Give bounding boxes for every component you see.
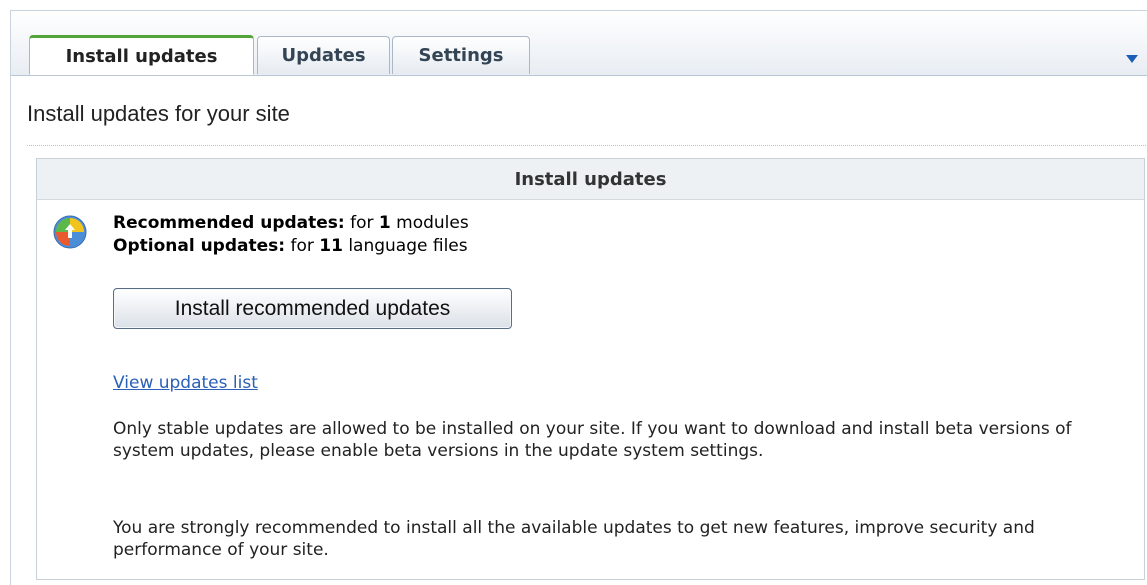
optional-updates-line: Optional updates: for 11 language files xyxy=(113,235,469,258)
install-recommended-updates-button[interactable]: Install recommended updates xyxy=(113,288,512,329)
updates-panel: Install updates Updates Settings Install… xyxy=(10,10,1147,585)
recommended-updates-line: Recommended updates: for 1 modules xyxy=(113,212,469,235)
recommended-suffix: modules xyxy=(396,213,469,233)
tab-settings-label: Settings xyxy=(418,45,504,66)
section-header: Install updates xyxy=(37,159,1144,200)
tab-updates[interactable]: Updates xyxy=(257,36,390,74)
install-updates-section: Install updates Recommended updates: for… xyxy=(36,158,1145,580)
recommendation-paragraph: You are strongly recommended to install … xyxy=(113,518,1035,560)
recommended-count: 1 xyxy=(378,213,391,233)
dropdown-triangle-icon[interactable] xyxy=(1126,55,1138,63)
beta-notice-paragraph: Only stable updates are allowed to be in… xyxy=(113,419,1072,461)
optional-suffix: language files xyxy=(348,236,468,256)
optional-updates-label: Optional updates: xyxy=(113,236,286,256)
recommended-prefix: for xyxy=(350,213,374,233)
tab-strip: Install updates Updates Settings xyxy=(11,11,1147,76)
recommended-updates-label: Recommended updates: xyxy=(113,213,345,233)
update-globe-icon xyxy=(53,215,87,249)
tab-install-updates[interactable]: Install updates xyxy=(29,35,254,75)
title-divider xyxy=(27,145,1147,146)
tab-settings[interactable]: Settings xyxy=(392,36,530,74)
updates-summary: Recommended updates: for 1 modules Optio… xyxy=(113,212,469,258)
optional-prefix: for xyxy=(290,236,314,256)
tab-updates-label: Updates xyxy=(281,45,366,66)
page-title: Install updates for your site xyxy=(27,101,290,126)
view-updates-list-link[interactable]: View updates list xyxy=(113,373,258,393)
tab-install-updates-label: Install updates xyxy=(65,45,218,67)
optional-count: 11 xyxy=(319,236,343,256)
